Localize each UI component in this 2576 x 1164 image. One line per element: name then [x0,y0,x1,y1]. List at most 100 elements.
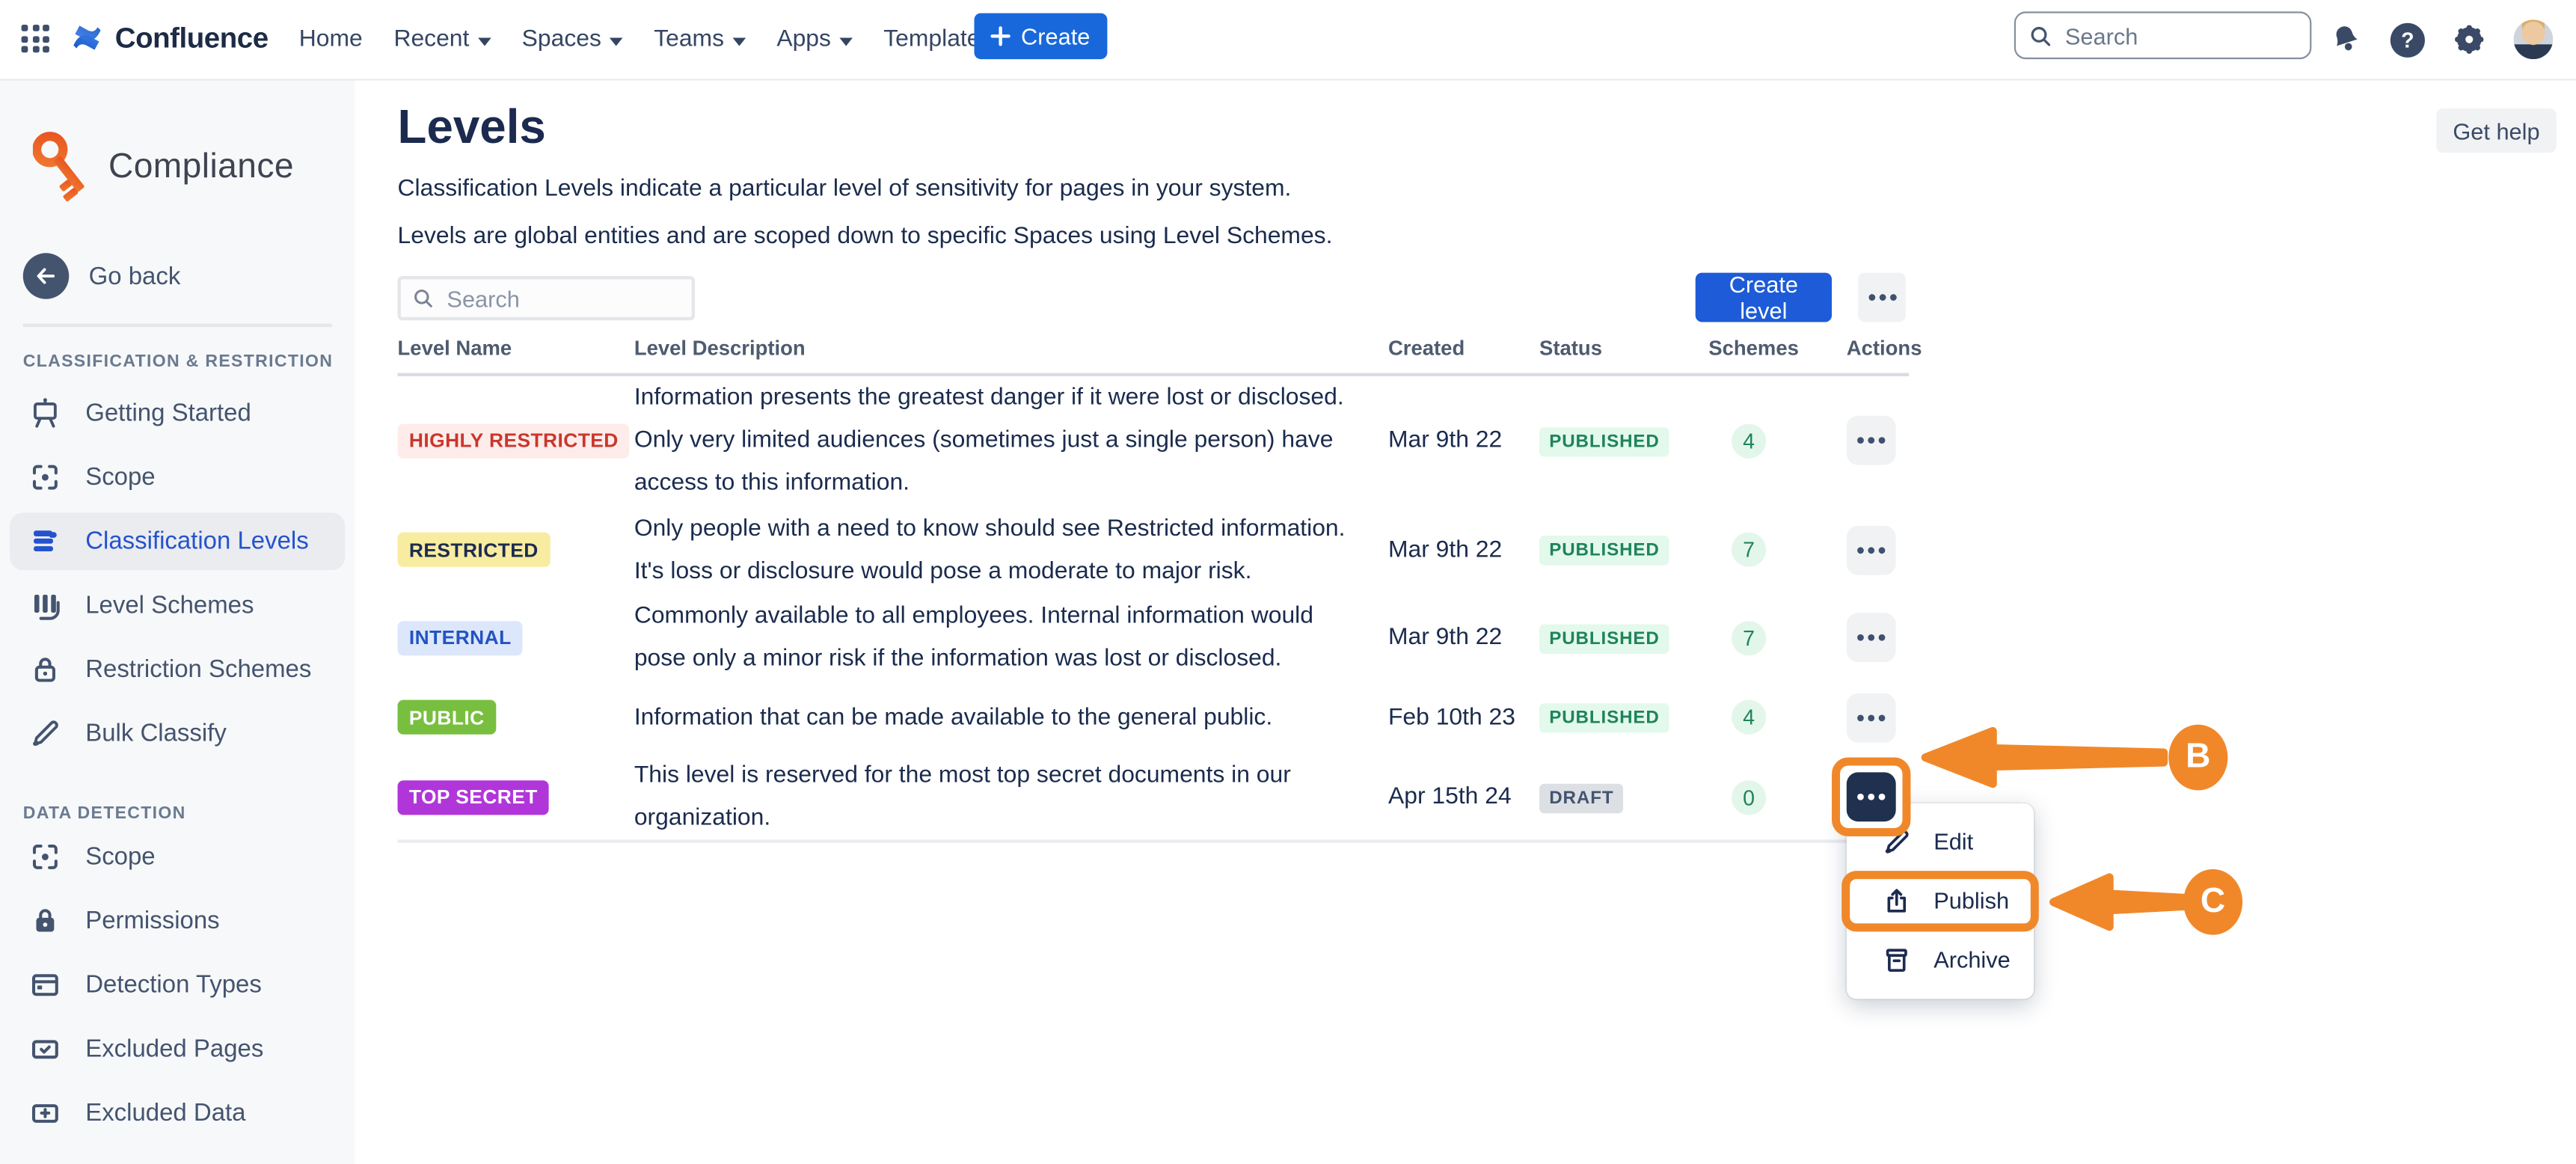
main-content: Levels Get help Classification Levels in… [355,79,2576,1164]
page-description-1: Classification Levels indicate a particu… [398,176,1292,202]
topbar-actions: ? [2328,0,2553,79]
confluence-logo[interactable]: Confluence [69,19,268,55]
back-arrow-icon [23,253,70,299]
row-actions-button[interactable] [1847,613,1896,662]
sidebar-item-excluded-data[interactable]: Excluded Data [10,1085,345,1142]
nav-teams[interactable]: Teams [651,19,749,59]
status-badge: DRAFT [1539,783,1624,813]
more-horizontal-icon [1868,714,1874,720]
user-avatar[interactable] [2514,19,2554,59]
col-status: Status [1539,337,1708,360]
create-level-button[interactable]: Create level [1696,273,1832,322]
level-name-badge: TOP SECRET [398,779,550,814]
level-name-badge: RESTRICTED [398,533,551,567]
status-badge: PUBLISHED [1539,624,1669,654]
col-level-description: Level Description [634,337,1388,360]
section-data-detection: DATA DETECTION [23,803,186,823]
level-description: Commonly available to all employees. Int… [634,595,1388,680]
col-actions: Actions [1847,337,1909,360]
page-title: Levels [398,102,546,156]
sidebar-item-scope-detection[interactable]: Scope [10,828,345,886]
table-row: RESTRICTED Only people with a need to kn… [398,504,1910,595]
go-back-button[interactable]: Go back [23,253,181,299]
easel-icon [28,396,62,430]
nav-recent[interactable]: Recent [390,19,494,59]
levels-list-icon [28,524,62,559]
col-level-name: Level Name [398,337,634,360]
global-search-input[interactable] [2062,20,2297,50]
more-horizontal-icon [1868,546,1874,553]
schemes-count: 4 [1732,423,1766,458]
notifications-bell-icon[interactable] [2328,22,2364,58]
lock-filled-icon [28,904,62,938]
sidebar-item-scope[interactable]: Scope [10,449,345,506]
table-overflow-menu-button[interactable] [1858,273,1906,322]
row-actions-button[interactable] [1847,525,1896,575]
table-row: TOP SECRET This level is reserved for th… [398,754,1910,843]
more-horizontal-icon [1868,634,1874,641]
search-icon [412,287,434,309]
sidebar-item-restriction-schemes[interactable]: Restriction Schemes [10,641,345,699]
col-created: Created [1388,337,1539,360]
status-badge: PUBLISHED [1539,426,1669,456]
level-description: This level is reserved for the most top … [634,754,1388,839]
columns-icon [28,588,62,622]
sidebar-item-bulk-classify[interactable]: Bulk Classify [10,705,345,762]
global-search[interactable] [2014,11,2312,59]
created-date: Mar 9th 22 [1388,536,1539,563]
schemes-count: 4 [1732,700,1766,735]
nav-spaces[interactable]: Spaces [518,19,626,59]
sidebar-item-permissions[interactable]: Permissions [10,892,345,950]
top-navigation-bar: Confluence Home Recent Spaces Teams Apps… [0,0,2576,81]
settings-gear-icon[interactable] [2451,22,2487,58]
app-switcher-icon[interactable] [22,25,53,56]
sidebar-item-detection-types[interactable]: Detection Types [10,956,345,1014]
more-horizontal-icon [1868,437,1874,444]
primary-nav: Home Recent Spaces Teams Apps Templates [295,0,995,79]
level-name-badge: HIGHLY RESTRICTED [398,423,631,458]
create-button[interactable]: Create [974,13,1107,60]
table-row: INTERNAL Commonly available to all emplo… [398,595,1910,680]
col-schemes: Schemes [1708,337,1847,360]
more-horizontal-icon [1879,294,1886,301]
menu-item-publish[interactable]: Publish [1847,871,2034,930]
sidebar-item-classification-levels[interactable]: Classification Levels [10,512,345,570]
pencil-icon [28,717,62,751]
sidebar-nav-group-1: Getting Started Scope [10,385,345,769]
table-header-row: Level Name Level Description Created Sta… [398,337,1910,376]
levels-search[interactable] [398,276,696,320]
level-name-badge: PUBLIC [398,700,497,735]
created-date: Mar 9th 22 [1388,427,1539,453]
compliance-sidebar: Compliance Go back CLASSIFICATION & REST… [0,79,355,1164]
publish-export-icon [1881,885,1913,916]
row-actions-button-active[interactable] [1847,772,1896,821]
get-help-button[interactable]: Get help [2436,108,2556,153]
row-actions-button[interactable] [1847,416,1896,465]
nav-apps[interactable]: Apps [773,19,856,59]
nav-home[interactable]: Home [295,19,366,59]
go-back-label: Go back [89,262,181,290]
schemes-count: 7 [1732,533,1766,567]
sidebar-item-getting-started[interactable]: Getting Started [10,385,345,442]
sidebar-item-level-schemes[interactable]: Level Schemes [10,577,345,634]
sidebar-nav-group-2: Scope Permissions [10,828,345,1148]
plus-box-icon [28,1096,62,1130]
chevron-down-icon [839,37,853,45]
levels-search-input[interactable] [444,284,680,313]
scope-icon [28,839,62,874]
row-actions-button[interactable] [1847,693,1896,742]
annotation-badge-b: B [2168,725,2227,791]
compliance-brand: Compliance [33,125,294,210]
section-classification-restriction: CLASSIFICATION & RESTRICTION [23,352,333,371]
sidebar-item-excluded-pages[interactable]: Excluded Pages [10,1020,345,1078]
created-date: Feb 10th 23 [1388,704,1539,730]
created-date: Mar 9th 22 [1388,625,1539,651]
level-description: Information that can be made available t… [634,696,1388,738]
status-badge: PUBLISHED [1539,703,1669,733]
app-window: Confluence Home Recent Spaces Teams Apps… [0,0,2576,1164]
table-row: HIGHLY RESTRICTED Information presents t… [398,376,1910,504]
menu-item-archive[interactable]: Archive [1847,930,2034,989]
created-date: Apr 15th 24 [1388,784,1539,810]
help-icon[interactable]: ? [2391,22,2425,57]
schemes-count: 0 [1732,779,1766,814]
